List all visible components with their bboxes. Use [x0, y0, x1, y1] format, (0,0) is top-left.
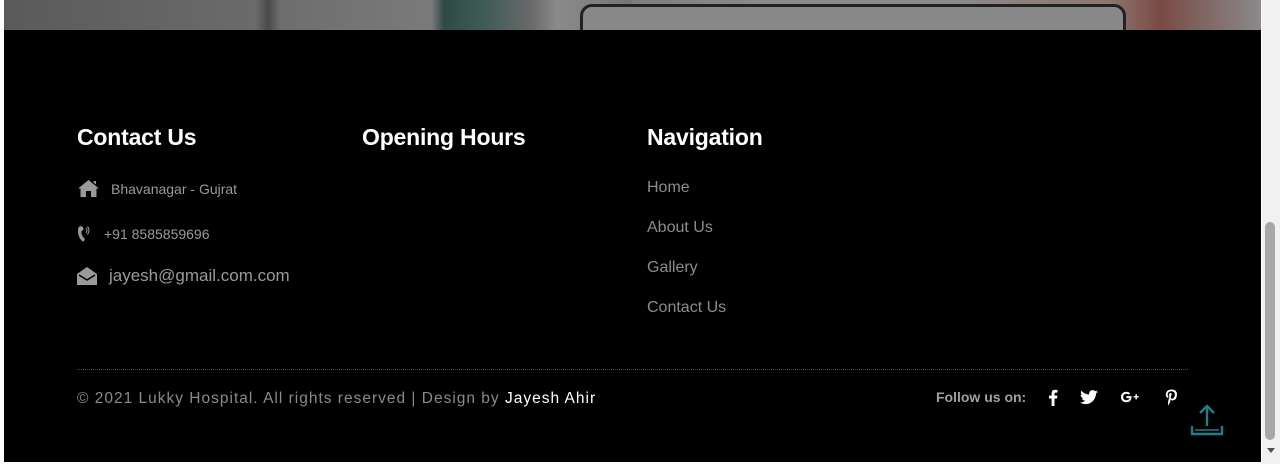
footer-nav-about-us[interactable]: About Us [647, 218, 726, 258]
opening-hours-column: Opening Hours [362, 124, 526, 151]
scroll-down-arrow-icon[interactable] [1267, 448, 1275, 453]
designer-link[interactable]: Jayesh Ahir [505, 390, 596, 407]
site-footer: Contact Us Bhavanagar - Gujrat +91 85858… [4, 30, 1261, 462]
follow-us-label: Follow us on: [936, 389, 1027, 405]
contact-heading: Contact Us [77, 124, 197, 150]
scrollbar-thumb[interactable] [1265, 222, 1275, 440]
phone-icon [77, 225, 91, 243]
navigation-heading: Navigation [647, 124, 763, 150]
contact-email: jayesh@gmail.com.com [77, 266, 290, 286]
hero-image-strip [4, 0, 1261, 30]
google-plus-icon[interactable] [1120, 387, 1140, 407]
contact-email-text[interactable]: jayesh@gmail.com.com [109, 266, 290, 286]
contact-address-text: Bhavanagar - Gujrat [111, 180, 238, 197]
copyright-text: © 2021 Lukky Hospital. All rights reserv… [77, 390, 596, 408]
home-icon [77, 180, 99, 197]
contact-phone: +91 8585859696 [77, 225, 210, 243]
copyright-prefix: © 2021 Lukky Hospital. All rights reserv… [77, 390, 505, 407]
contact-phone-text: +91 8585859696 [104, 226, 210, 242]
navigation-column: Navigation [647, 124, 763, 151]
contact-column: Contact Us [77, 124, 197, 151]
upload-arrow-icon [1190, 404, 1224, 436]
back-to-top-button[interactable] [1189, 404, 1225, 438]
hero-tablet-graphic [580, 4, 1126, 30]
opening-hours-heading: Opening Hours [362, 124, 526, 150]
page-scrollbar[interactable] [1262, 0, 1280, 464]
footer-nav-home[interactable]: Home [647, 178, 726, 218]
envelope-open-icon [77, 267, 97, 285]
footer-nav-gallery[interactable]: Gallery [647, 258, 726, 298]
footer-nav-list: Home About Us Gallery Contact Us [647, 178, 726, 338]
twitter-icon[interactable] [1079, 387, 1099, 407]
footer-divider [77, 369, 1188, 370]
contact-address: Bhavanagar - Gujrat [77, 180, 237, 197]
footer-nav-contact-us[interactable]: Contact Us [647, 298, 726, 338]
pinterest-icon[interactable] [1161, 387, 1181, 407]
facebook-icon[interactable] [1043, 387, 1063, 407]
